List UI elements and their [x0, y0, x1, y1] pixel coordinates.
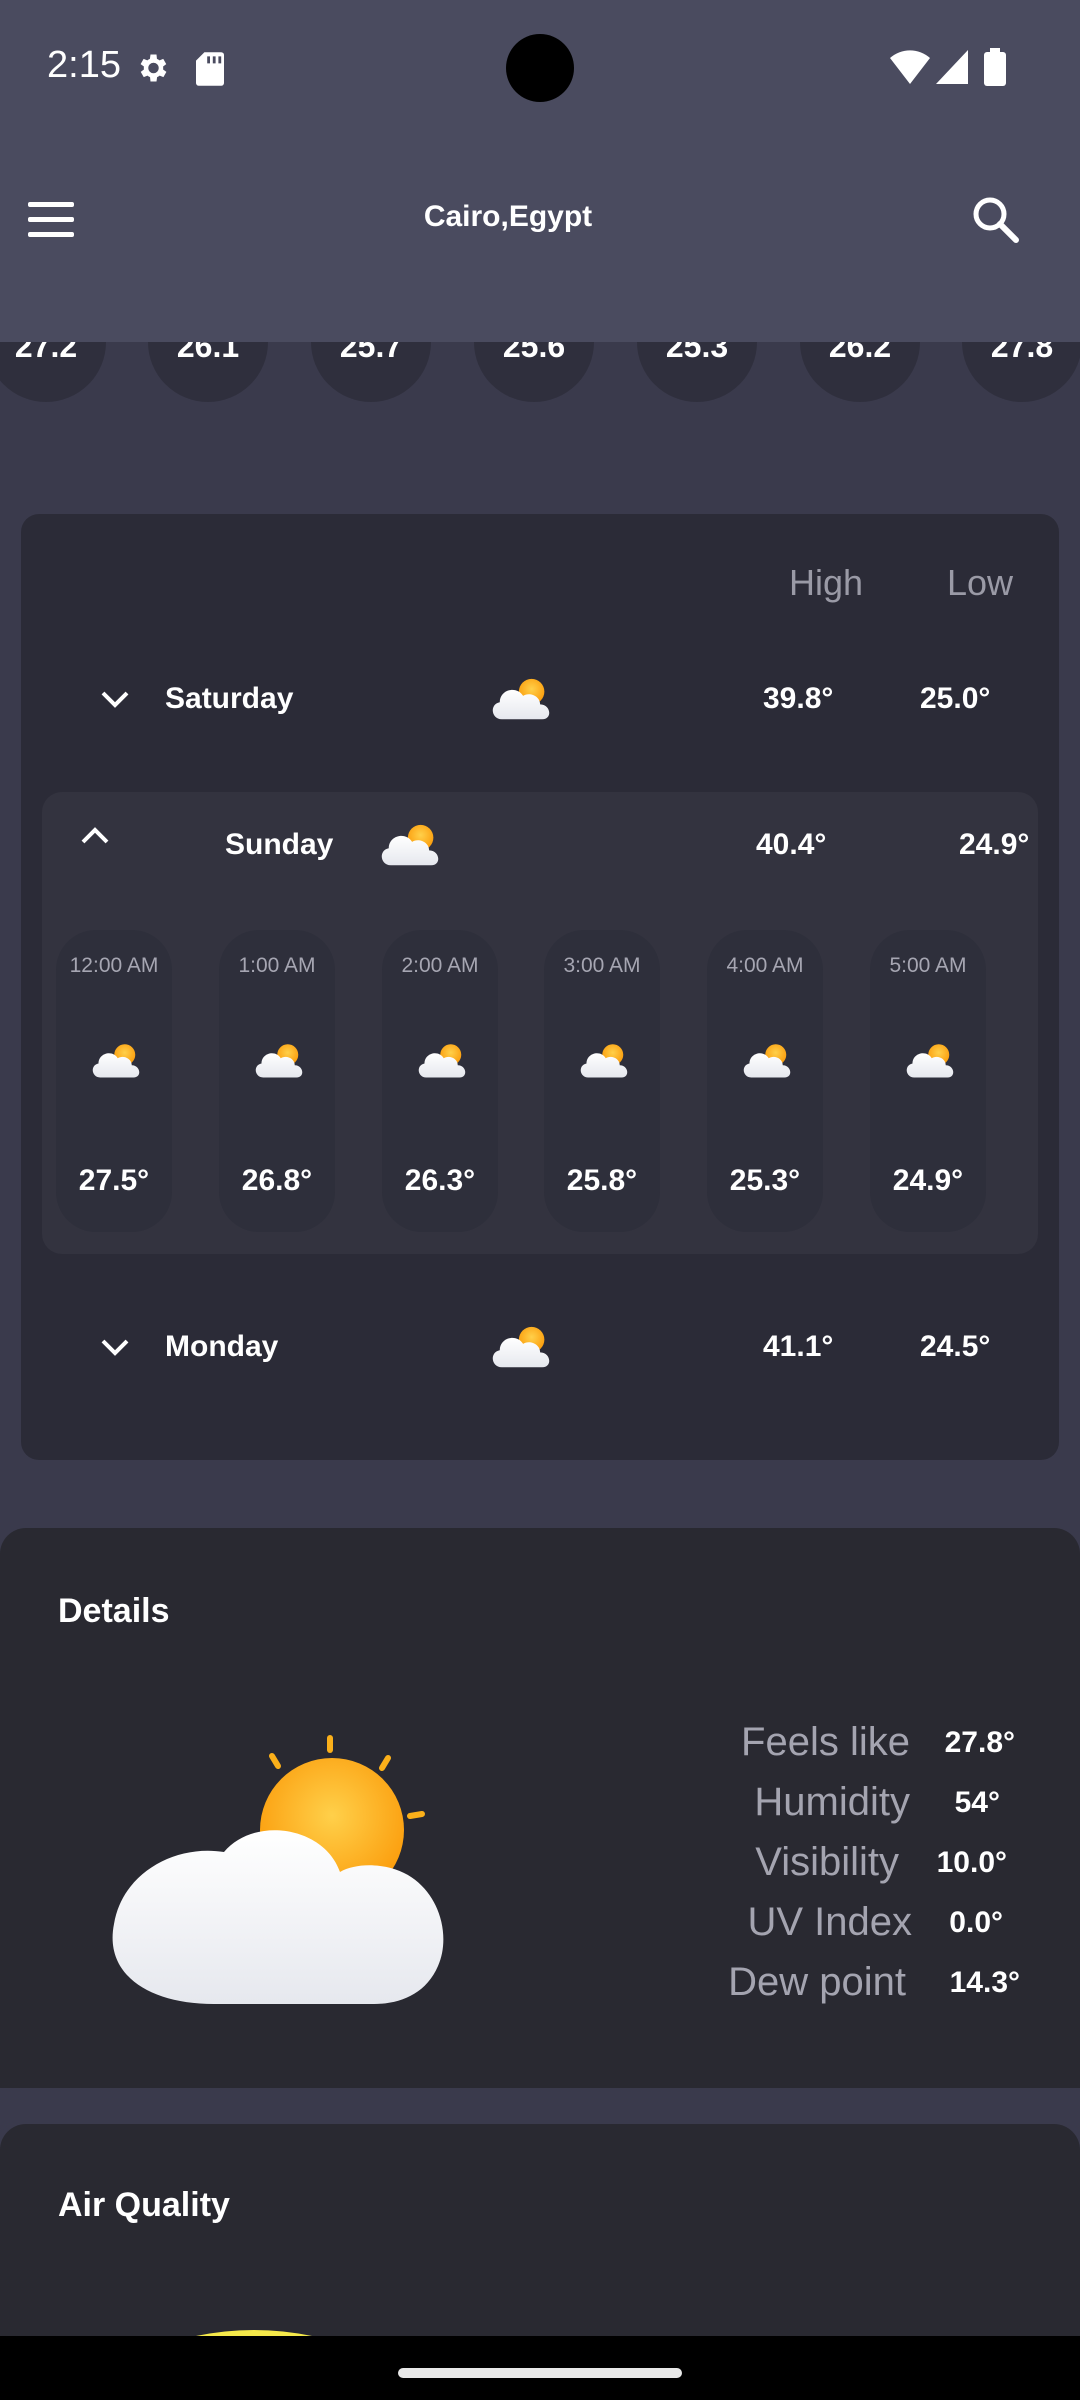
- hourly-strip[interactable]: 27.2 26.1 25.7 25.6 25.3 26.2 27.8: [0, 342, 1080, 402]
- day-row-sunday-expanded[interactable]: Sunday 40.4° 24.9° 12:00 AM 27.5° 1:00 A…: [42, 792, 1038, 1254]
- hour-temp: 27.5°: [78, 1164, 150, 1197]
- hour-time: 3:00 AM: [563, 954, 641, 977]
- search-icon: [973, 197, 1019, 243]
- detail-humidity: Humidity 54°: [600, 1780, 1020, 1836]
- detail-label: Feels like: [741, 1720, 910, 1764]
- detail-value: 14.3°: [949, 1966, 1020, 1999]
- high-temp: 39.8°: [763, 682, 834, 715]
- hourly-bubble[interactable]: 25.7: [311, 342, 431, 402]
- hour-time: 1:00 AM: [238, 954, 316, 977]
- location-title: Cairo,Egypt: [423, 200, 593, 233]
- detail-label: UV Index: [747, 1900, 912, 1944]
- bubble-temp: 26.2: [828, 342, 892, 364]
- hour-temp: 24.9°: [892, 1164, 964, 1197]
- partly-cloudy-icon: [487, 1320, 555, 1372]
- detail-dew-point: Dew point 14.3°: [600, 1960, 1020, 2016]
- day-name: Sunday: [225, 828, 334, 861]
- bubble-temp: 27.2: [14, 342, 78, 364]
- hour-time: 12:00 AM: [69, 954, 159, 977]
- partly-cloudy-icon: [376, 818, 444, 870]
- partly-cloudy-icon: [414, 1038, 470, 1082]
- day-name: Saturday: [165, 682, 294, 715]
- detail-label: Dew point: [728, 1960, 906, 2004]
- hour-card: 4:00 AM 25.3°: [707, 930, 823, 1232]
- home-gesture-handle[interactable]: [398, 2368, 682, 2378]
- signal-icon: [936, 50, 968, 89]
- partly-cloudy-icon: [251, 1038, 307, 1082]
- hour-temp: 26.8°: [241, 1164, 313, 1197]
- day-row-saturday[interactable]: Saturday 39.8° 25.0°: [21, 650, 1059, 750]
- air-quality-gauge: [196, 2330, 312, 2336]
- hourly-bubble[interactable]: 25.3: [637, 342, 757, 402]
- detail-feels-like: Feels like 27.8°: [600, 1720, 1020, 1776]
- wifi-icon: [890, 50, 930, 89]
- status-bar: 2:15: [0, 0, 1080, 136]
- hour-temp: 25.3°: [729, 1164, 801, 1197]
- hourly-bubble[interactable]: 27.8: [962, 342, 1080, 402]
- bubble-temp: 25.3: [665, 342, 729, 364]
- detail-value: 10.0°: [936, 1846, 1007, 1879]
- sd-card-icon: [196, 52, 224, 91]
- hour-card: 12:00 AM 27.5°: [56, 930, 172, 1232]
- partly-cloudy-icon: [88, 1038, 144, 1082]
- hour-temp: 25.8°: [566, 1164, 638, 1197]
- low-temp: 25.0°: [920, 682, 991, 715]
- hour-card: 1:00 AM 26.8°: [219, 930, 335, 1232]
- partly-cloudy-icon: [739, 1038, 795, 1082]
- bubble-temp: 25.7: [339, 342, 403, 364]
- detail-label: Humidity: [754, 1780, 910, 1824]
- detail-value: 27.8°: [944, 1726, 1015, 1759]
- hour-time: 4:00 AM: [726, 954, 804, 977]
- partly-cloudy-icon: [576, 1038, 632, 1082]
- hour-card: 3:00 AM 25.8°: [544, 930, 660, 1232]
- bubble-temp: 27.8: [990, 342, 1054, 364]
- high-column-header: High: [789, 562, 864, 603]
- low-temp: 24.5°: [920, 1330, 991, 1363]
- detail-uv-index: UV Index 0.0°: [600, 1900, 1020, 1956]
- gear-icon: [134, 50, 170, 91]
- hourly-bubble[interactable]: 27.2: [0, 342, 106, 402]
- partly-cloudy-icon: [902, 1038, 958, 1082]
- details-title: Details: [58, 1592, 170, 1630]
- bubble-temp: 26.1: [176, 342, 240, 364]
- day-row-monday[interactable]: Monday 41.1° 24.5°: [21, 1298, 1059, 1398]
- app-bar: Cairo,Egypt: [0, 176, 1080, 264]
- chevron-up-icon: [81, 827, 109, 844]
- air-quality-card: Air Quality: [0, 2124, 1080, 2336]
- detail-label: Visibility: [755, 1840, 899, 1884]
- hourly-bubble[interactable]: 26.2: [800, 342, 920, 402]
- system-navigation-bar: [0, 2336, 1080, 2400]
- hour-time: 5:00 AM: [889, 954, 967, 977]
- chevron-down-icon: [101, 1339, 129, 1356]
- chevron-down-icon: [101, 691, 129, 708]
- high-temp: 41.1°: [763, 1330, 834, 1363]
- partly-cloudy-icon: [112, 1735, 444, 2004]
- hour-temp: 26.3°: [404, 1164, 476, 1197]
- hourly-bubble[interactable]: 26.1: [148, 342, 268, 402]
- status-time: 2:15: [47, 44, 121, 86]
- hour-card: 5:00 AM 24.9°: [870, 930, 986, 1232]
- high-temp: 40.4°: [756, 828, 827, 861]
- hour-card: 2:00 AM 26.3°: [382, 930, 498, 1232]
- daily-forecast-card: High Low Saturday 39.8° 25.0° Sunday 40.…: [21, 514, 1059, 1460]
- low-temp: 24.9°: [959, 828, 1030, 861]
- battery-icon: [984, 48, 1006, 91]
- day-name: Monday: [165, 1330, 279, 1363]
- partly-cloudy-icon: [487, 672, 555, 724]
- hourly-bubble[interactable]: 25.6: [474, 342, 594, 402]
- camera-cutout: [506, 34, 574, 102]
- low-column-header: Low: [947, 562, 1014, 603]
- hour-time: 2:00 AM: [401, 954, 479, 977]
- air-quality-title: Air Quality: [58, 2186, 230, 2224]
- detail-value: 0.0°: [949, 1906, 1003, 1939]
- search-button[interactable]: [966, 190, 1026, 250]
- detail-value: 54°: [954, 1786, 1000, 1819]
- detail-visibility: Visibility 10.0°: [600, 1840, 1020, 1896]
- bubble-temp: 25.6: [502, 342, 566, 364]
- details-card: Details Feels like 27.8° Humidity 54° Vi…: [0, 1528, 1080, 2088]
